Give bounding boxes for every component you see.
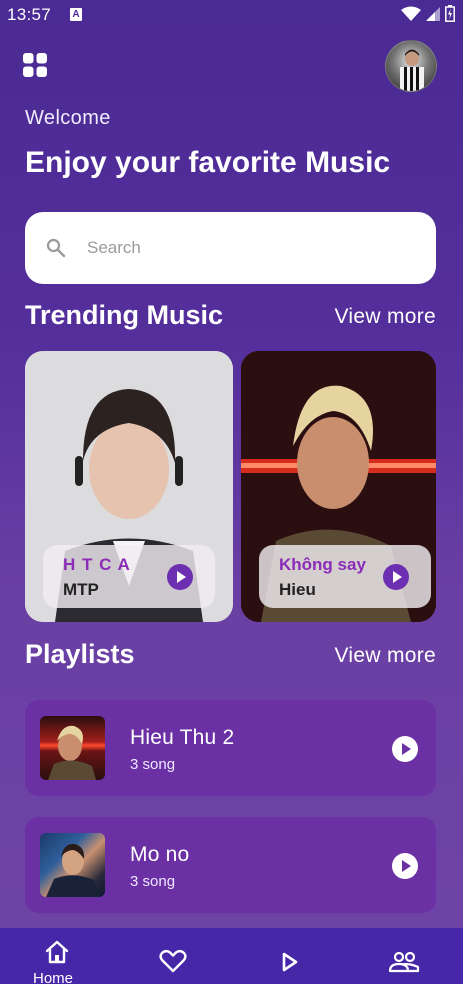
playlist-thumbnail	[40, 833, 105, 897]
people-icon	[388, 951, 420, 973]
playlist-thumbnail	[40, 716, 105, 780]
grid-menu-icon[interactable]	[23, 53, 47, 77]
card-title: Không say	[279, 555, 366, 574]
search-input[interactable]	[87, 238, 407, 258]
play-icon[interactable]	[392, 736, 418, 762]
play-icon[interactable]	[392, 853, 418, 879]
status-time: 13:57	[7, 5, 52, 24]
bottom-nav: Home	[0, 928, 463, 984]
page-headline: Enjoy your favorite Music	[25, 146, 391, 179]
home-icon	[45, 940, 69, 964]
nav-item-home[interactable]: Home	[28, 928, 86, 984]
trending-title: Trending Music	[25, 300, 224, 330]
playlist-item[interactable]: Hieu Thu 2 3 song	[25, 700, 436, 796]
play-icon[interactable]	[167, 564, 193, 590]
card-artist: MTP	[63, 580, 99, 599]
wifi-icon	[401, 6, 421, 21]
trending-card[interactable]: Không say Hieu	[241, 351, 436, 622]
signal-icon	[426, 6, 440, 21]
avatar[interactable]	[385, 40, 437, 92]
search-icon	[46, 238, 66, 258]
play-icon[interactable]	[383, 564, 409, 590]
playlist-name: Hieu Thu 2	[130, 726, 235, 749]
battery-icon	[445, 5, 455, 22]
card-artist: Hieu	[279, 580, 316, 599]
playlist-item[interactable]: Mo no 3 song	[25, 817, 436, 913]
nav-item-community[interactable]	[386, 928, 422, 984]
nav-item-favorites[interactable]	[155, 928, 191, 984]
status-bar: 13:57 A	[0, 0, 463, 30]
trending-view-more-link[interactable]: View more	[334, 305, 436, 329]
card-title: H T C A	[63, 555, 131, 574]
playlist-song-count: 3 song	[130, 756, 176, 773]
play-icon	[282, 952, 298, 972]
playlist-name: Mo no	[130, 843, 190, 866]
nav-home-label: Home	[33, 970, 74, 984]
card-info: Không say Hieu	[259, 545, 431, 608]
nav-item-player[interactable]	[272, 928, 308, 984]
notification-icon: A	[70, 8, 82, 21]
avatar-image	[400, 49, 424, 91]
trending-card[interactable]: H T C A MTP	[25, 351, 233, 622]
card-info: H T C A MTP	[43, 545, 215, 608]
playlists-view-more-link[interactable]: View more	[334, 644, 436, 668]
heart-icon	[159, 949, 187, 973]
search-bar[interactable]	[25, 212, 436, 284]
welcome-text: Welcome	[25, 107, 111, 129]
playlist-song-count: 3 song	[130, 873, 176, 890]
status-icons	[401, 5, 455, 22]
playlists-title: Playlists	[25, 639, 135, 669]
